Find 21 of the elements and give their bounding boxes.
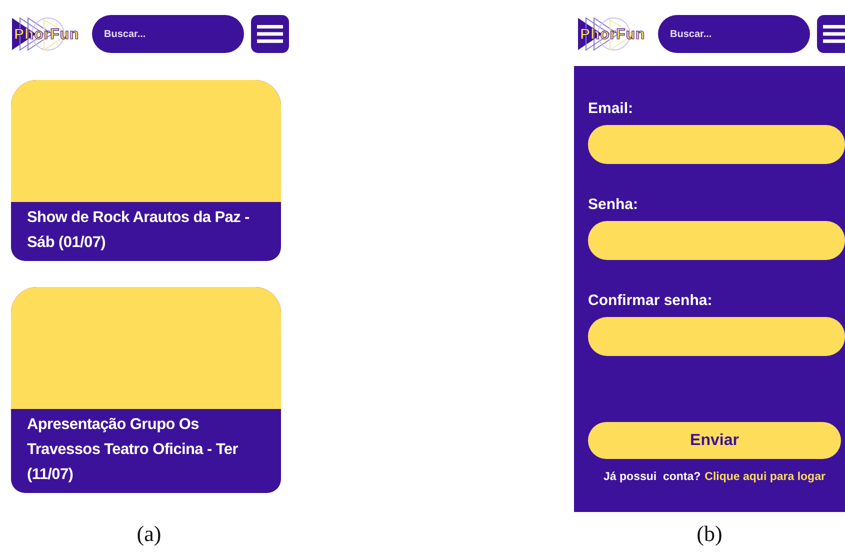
search-field[interactable]: Buscar...: [658, 15, 810, 53]
event-title: Show de Rock Arautos da Paz - Sáb (01/07): [26, 208, 250, 253]
figure-caption: (b): [696, 521, 724, 547]
event-card[interactable]: Show de Rock Arautos da Paz - Sáb (01/07): [11, 80, 281, 261]
login-link[interactable]: Clique aqui para logar: [704, 471, 826, 483]
figure-caption: (a): [136, 521, 162, 547]
search-field[interactable]: Buscar...: [92, 15, 244, 53]
menu-button[interactable]: [817, 15, 845, 53]
input-field[interactable]: [588, 317, 845, 356]
submit-button[interactable]: Enviar: [588, 422, 841, 459]
login-prompt: Já possui conta?: [604, 471, 701, 483]
menu-button[interactable]: [251, 15, 289, 53]
event-card[interactable]: Apresentação Grupo Os Travessos Teatro Oficina - Ter (11/07): [11, 287, 281, 493]
field-label: Confirmar senha:: [588, 292, 714, 309]
menu-icon: [823, 24, 845, 44]
event-title: Apresentação Grupo Os Travessos Teatro Oficina - Ter (11/07): [26, 415, 239, 485]
input-field[interactable]: [588, 221, 845, 260]
field-label: Senha:: [588, 196, 640, 213]
field-label: Email:: [588, 100, 634, 117]
input-field[interactable]: [588, 125, 845, 164]
menu-icon: [257, 24, 283, 44]
